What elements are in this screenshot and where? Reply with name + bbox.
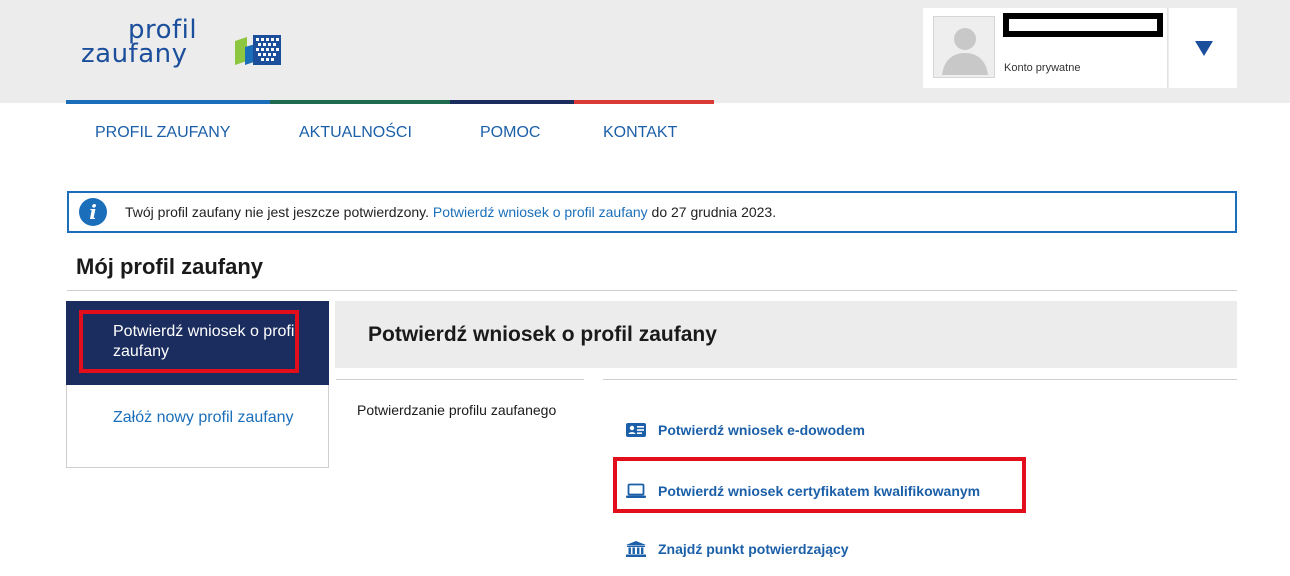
- nav-aktualnosci[interactable]: AKTUALNOŚCI: [299, 124, 439, 142]
- account-type-label: Konto prywatne: [1004, 62, 1081, 74]
- highlight-box: [613, 457, 1026, 513]
- logo-line-2: zaufany: [81, 39, 188, 69]
- info-text-after: do 27 grudnia 2023.: [647, 204, 777, 220]
- page-title: Mój profil zaufany: [76, 254, 263, 279]
- find-confirmation-point-link[interactable]: Znajdź punkt potwierdzający: [626, 541, 849, 557]
- logo-text: profil zaufany: [81, 17, 197, 69]
- color-bar-navy: [450, 100, 574, 104]
- caret-down-icon: [1195, 41, 1213, 56]
- confirm-e-id-link[interactable]: Potwierdź wniosek e-dowodem: [626, 422, 865, 438]
- user-silhouette-icon: [942, 28, 988, 75]
- option-label: Znajdź punkt potwierdzający: [658, 541, 849, 557]
- info-banner: i Twój profil zaufany nie jest jeszcze p…: [67, 191, 1237, 233]
- divider: [67, 290, 1237, 291]
- redacted-username: [1003, 13, 1163, 37]
- content-heading: Potwierdź wniosek o profil zaufany: [368, 323, 717, 346]
- section-label: Potwierdzanie profilu zaufanego: [357, 402, 557, 418]
- side-menu-item-new-profile[interactable]: Załóż nowy profil zaufany: [66, 385, 329, 468]
- account-panel[interactable]: Konto prywatne: [923, 8, 1168, 88]
- nav-pomoc[interactable]: POMOC: [480, 124, 560, 142]
- profil-zaufany-logo[interactable]: profil zaufany: [81, 17, 281, 80]
- account-dropdown-button[interactable]: [1169, 8, 1237, 88]
- info-text-before: Twój profil zaufany nie jest jeszcze pot…: [125, 204, 433, 220]
- divider: [336, 379, 584, 380]
- highlight-box: [79, 310, 299, 373]
- avatar: [933, 16, 995, 78]
- nav-kontakt[interactable]: KONTAKT: [603, 124, 703, 142]
- color-bar-green: [270, 100, 450, 104]
- id-card-icon: [626, 423, 646, 437]
- info-confirm-link[interactable]: Potwierdź wniosek o profil zaufany: [433, 204, 648, 220]
- side-menu-item-label: Załóż nowy profil zaufany: [113, 409, 294, 426]
- bank-building-icon: [626, 541, 646, 557]
- color-bar-blue: [66, 100, 270, 104]
- divider: [603, 379, 1237, 380]
- info-message: Twój profil zaufany nie jest jeszcze pot…: [125, 204, 776, 220]
- content-header: Potwierdź wniosek o profil zaufany: [335, 301, 1237, 368]
- option-label: Potwierdź wniosek e-dowodem: [658, 422, 865, 438]
- logo-mark-icon: [235, 35, 281, 65]
- info-icon: i: [79, 198, 107, 226]
- nav-profil-zaufany[interactable]: PROFIL ZAUFANY: [95, 124, 255, 142]
- color-bar-red: [574, 100, 714, 104]
